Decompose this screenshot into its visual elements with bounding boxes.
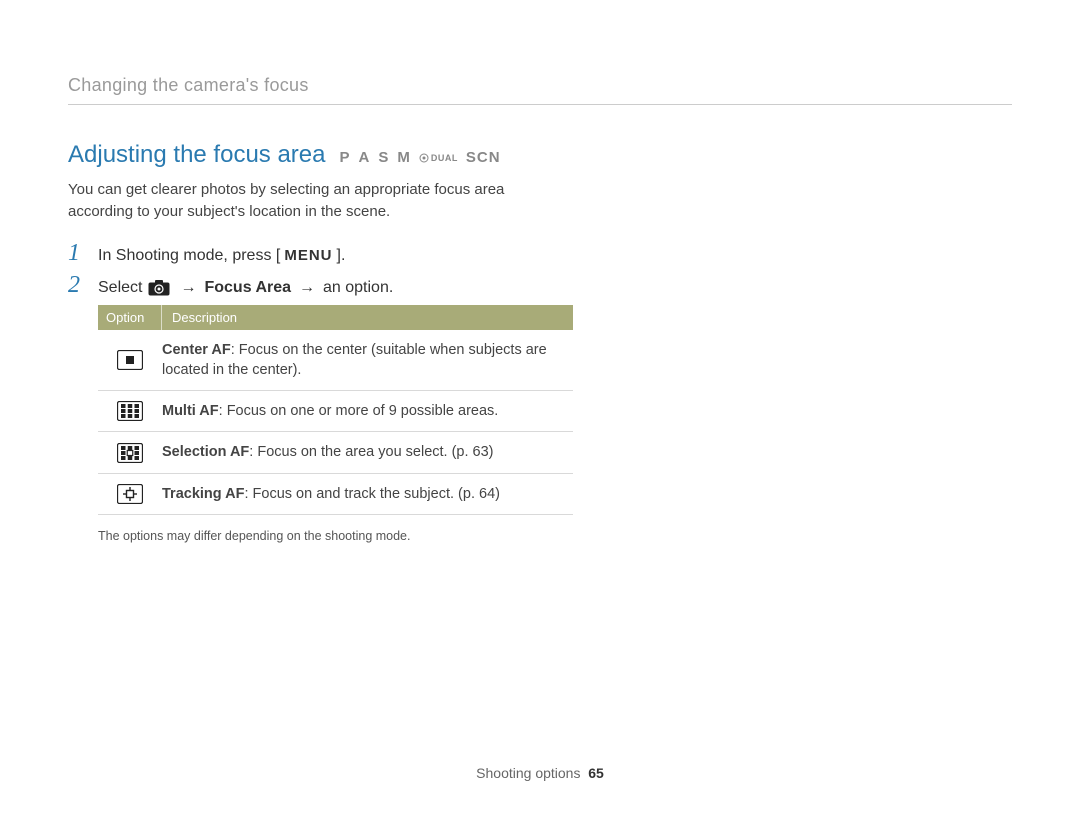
mode-scn: SCN [466, 149, 501, 166]
page-number: 65 [588, 765, 604, 781]
footer-section: Shooting options [476, 765, 580, 781]
option-desc: : Focus on and track the subject. (p. 64… [244, 486, 500, 502]
th-description: Description [162, 305, 573, 330]
td-desc: Selection AF: Focus on the area you sele… [162, 442, 573, 462]
option-name: Multi AF [162, 403, 219, 419]
table-row: Selection AF: Focus on the area you sele… [98, 432, 573, 473]
table-note: The options may differ depending on the … [98, 529, 1012, 543]
center-af-icon [98, 340, 162, 381]
step2-bold: Focus Area [204, 279, 291, 297]
step1-post: ]. [337, 247, 346, 265]
breadcrumb: Changing the camera's focus [68, 75, 1012, 105]
mode-dual-label: DUAL [431, 153, 458, 163]
dual-lens-icon [419, 153, 429, 163]
selection-af-icon [98, 442, 162, 462]
th-option: Option [98, 305, 162, 330]
mode-s: S [378, 149, 389, 166]
option-name: Selection AF [162, 444, 249, 460]
menu-key-label: MENU [284, 247, 332, 264]
page-heading: Adjusting the focus area [68, 141, 326, 169]
step2-pre: Select [98, 279, 142, 297]
mode-m: M [397, 149, 411, 166]
arrow-icon: → [295, 279, 319, 297]
table-row: Multi AF: Focus on one or more of 9 poss… [98, 391, 573, 432]
tracking-af-icon [98, 484, 162, 504]
option-desc: : Focus on the area you select. (p. 63) [249, 444, 493, 460]
table-row: Tracking AF: Focus on and track the subj… [98, 474, 573, 515]
camera-icon [148, 280, 170, 296]
td-desc: Multi AF: Focus on one or more of 9 poss… [162, 401, 573, 421]
mode-indicators: P A S M DUAL SCN [340, 149, 501, 166]
step-2: 2 Select → Focus Area → an option. [68, 273, 548, 297]
td-desc: Tracking AF: Focus on and track the subj… [162, 484, 573, 504]
option-name: Center AF [162, 342, 231, 358]
step2-post: an option. [323, 279, 393, 297]
mode-dual: DUAL [419, 153, 458, 163]
mode-a: A [359, 149, 371, 166]
page-footer: Shooting options 65 [0, 765, 1080, 781]
step-number: 2 [68, 273, 86, 297]
mode-p: P [340, 149, 351, 166]
table-row: Center AF: Focus on the center (suitable… [98, 330, 573, 392]
table-header: Option Description [98, 305, 573, 330]
td-desc: Center AF: Focus on the center (suitable… [162, 340, 573, 381]
step1-pre: In Shooting mode, press [ [98, 247, 280, 265]
step-number: 1 [68, 241, 86, 265]
multi-af-icon [98, 401, 162, 421]
steps-list: 1 In Shooting mode, press [MENU]. 2 Sele… [68, 241, 548, 297]
step-1: 1 In Shooting mode, press [MENU]. [68, 241, 548, 265]
option-name: Tracking AF [162, 486, 244, 502]
options-table: Option Description Center AF: Focus on t… [98, 305, 573, 515]
heading-row: Adjusting the focus area P A S M DUAL SC… [68, 141, 1012, 169]
option-desc: : Focus on one or more of 9 possible are… [219, 403, 499, 419]
arrow-icon: → [176, 279, 200, 297]
intro-text: You can get clearer photos by selecting … [68, 179, 538, 223]
